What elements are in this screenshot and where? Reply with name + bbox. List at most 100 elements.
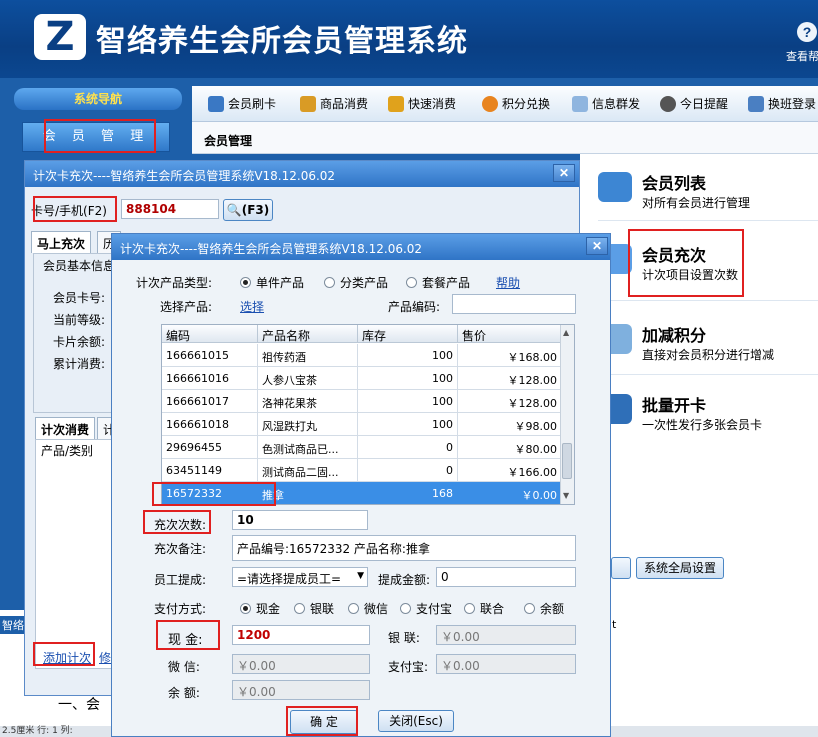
pay-unionpay-radio[interactable]: 银联 [294,600,334,617]
table-row[interactable]: 166661016 人参八宝茶 100 ￥128.00 [162,367,562,390]
global-settings-button[interactable]: 系统全局设置 [636,557,724,579]
toolbar-mass-message[interactable]: 信息群发 [572,95,640,112]
document-heading: 一、会 [58,697,100,713]
cash-input[interactable]: 1200 [232,625,370,645]
table-row[interactable]: 63451149 测试商品二固... 0 ￥166.00 [162,459,562,482]
highlight-box [152,482,276,506]
highlight-box [286,706,358,736]
commission-label: 提成金额: [378,573,431,587]
count-input[interactable]: 10 [232,510,368,530]
field-label: 会员卡号: [53,291,106,305]
type-package-radio[interactable]: 套餐产品 [406,274,470,291]
column-header: 产品名称 [258,325,358,343]
unionpay-input[interactable]: ￥0.00 [436,625,576,645]
divider [598,220,818,221]
panel-button-stub[interactable] [611,557,631,579]
help-link[interactable]: 帮助 [496,274,520,291]
pay-alipay-radio[interactable]: 支付宝 [400,600,452,617]
chevron-down-icon: ▼ [357,571,364,581]
staff-label: 员工提成: [154,573,207,587]
type-label: 计次产品类型: [136,276,213,290]
clock-icon [660,95,676,112]
toolbar-points-exchange[interactable]: 积分兑换 [482,95,550,112]
field-label: 累计消费: [53,357,106,371]
wechat-input[interactable]: ￥0.00 [232,654,370,674]
toolbar-card-swipe[interactable]: 会员刷卡 [208,95,276,112]
product-table: 编码 产品名称 库存 售价 166661015 祖传药酒 100 ￥168.00 16… [161,324,575,505]
help-link[interactable]: 查看帮 [786,48,818,64]
highlight-box [628,229,744,297]
tab-recharge-now[interactable]: 马上充次 [31,231,92,253]
field-label: 卡片余额: [53,335,106,349]
staff-select[interactable]: =请选择提成员工= ▼ [232,567,368,587]
close-icon[interactable]: ✕ [586,237,608,255]
table-row[interactable]: 29696455 色测试商品已... 0 ￥80.00 [162,436,562,459]
right-panel: 会员列表 对所有会员进行管理 会员充次 计次项目设置次数 加减积分 直接对会员积… [580,154,818,610]
pay-wechat-radio[interactable]: 微信 [348,600,388,617]
card-number-input[interactable]: 888104 [121,199,219,219]
search-icon: 🔍 [226,203,242,217]
highlight-box [33,642,95,666]
toolbar-today-reminder[interactable]: 今日提醒 [660,95,728,112]
money-bag-icon [300,95,316,112]
select-label: 选择产品: [160,300,213,314]
member-list-icon [598,172,632,202]
highlight-box [156,620,220,650]
divider [598,374,818,375]
product-code-input[interactable] [452,294,576,314]
divider [598,300,818,301]
note-input[interactable]: 产品编号:16572332 产品名称:推拿 [232,535,576,561]
pay-balance-radio[interactable]: 余额 [524,600,564,617]
exchange-icon [482,95,498,112]
column-header: 库存 [358,325,458,343]
toolbar-quick-consume[interactable]: 快速消费 [388,95,456,112]
dialog-titlebar: 计次卡充次----智络养生会所会员管理系统V18.12.06.02 [112,234,610,260]
edit-link[interactable]: 修 [99,649,111,666]
wechat-label: 微 信: [168,660,200,674]
toolbar-product-consume[interactable]: 商品消费 [300,95,368,112]
breadcrumb: 会员管理 [192,122,818,154]
pay-label: 支付方式: [154,602,207,616]
code-label: 产品编码: [388,300,441,314]
table-row[interactable]: 166661018 风湿跌打丸 100 ￥98.00 [162,413,562,436]
pay-combined-radio[interactable]: 联合 [464,600,504,617]
unionpay-label: 银 联: [388,631,420,645]
field-label: 当前等级: [53,313,106,327]
balance-label: 余 额: [168,686,200,700]
section-title: 会员基本信息 [43,257,116,274]
balance-input[interactable]: ￥0.00 [232,680,370,700]
close-icon[interactable]: ✕ [553,164,575,182]
highlight-box [33,196,117,222]
search-button[interactable]: 🔍(F3) [223,199,273,221]
help-icon[interactable]: ? [797,22,817,42]
type-single-radio[interactable]: 单件产品 [240,274,304,291]
scroll-thumb[interactable] [562,443,572,479]
nav-header: 系统导航 [14,88,182,110]
pay-cash-radio[interactable]: 现金 [240,600,280,617]
list-header: 产品/类别 [41,444,94,458]
scroll-up-icon[interactable]: ▲ [563,328,569,337]
card-icon [208,95,224,112]
column-header: 售价 [458,325,562,343]
type-category-radio[interactable]: 分类产品 [324,274,388,291]
tab-count-consume[interactable]: 计次消费 [35,417,96,439]
table-row[interactable]: 166661015 祖传药酒 100 ￥168.00 [162,344,562,367]
table-scrollbar[interactable]: ▲ ▼ [560,325,574,504]
note-label: 充次备注: [154,542,207,556]
mail-icon [572,95,588,112]
close-button[interactable]: 关闭(Esc) [378,710,454,732]
scroll-down-icon[interactable]: ▼ [563,491,569,500]
alipay-label: 支付宝: [388,660,429,674]
app-logo-icon: Z [34,14,86,60]
select-product-link[interactable]: 选择 [240,298,264,315]
toolbar-shift-login[interactable]: 换班登录 [748,95,816,112]
app-title: 智络养生会所会员管理系统 [96,24,468,59]
alipay-input[interactable]: ￥0.00 [436,654,576,674]
commission-input[interactable]: 0 [436,567,576,587]
highlight-box [143,510,211,534]
highlight-box [44,119,156,153]
dialog-titlebar: 计次卡充次----智络养生会所会员管理系统V18.12.06.02 [25,161,579,187]
lightning-icon [388,95,404,112]
table-row[interactable]: 166661017 洛神花果茶 100 ￥128.00 [162,390,562,413]
bottom-t-stub: t [612,618,617,631]
